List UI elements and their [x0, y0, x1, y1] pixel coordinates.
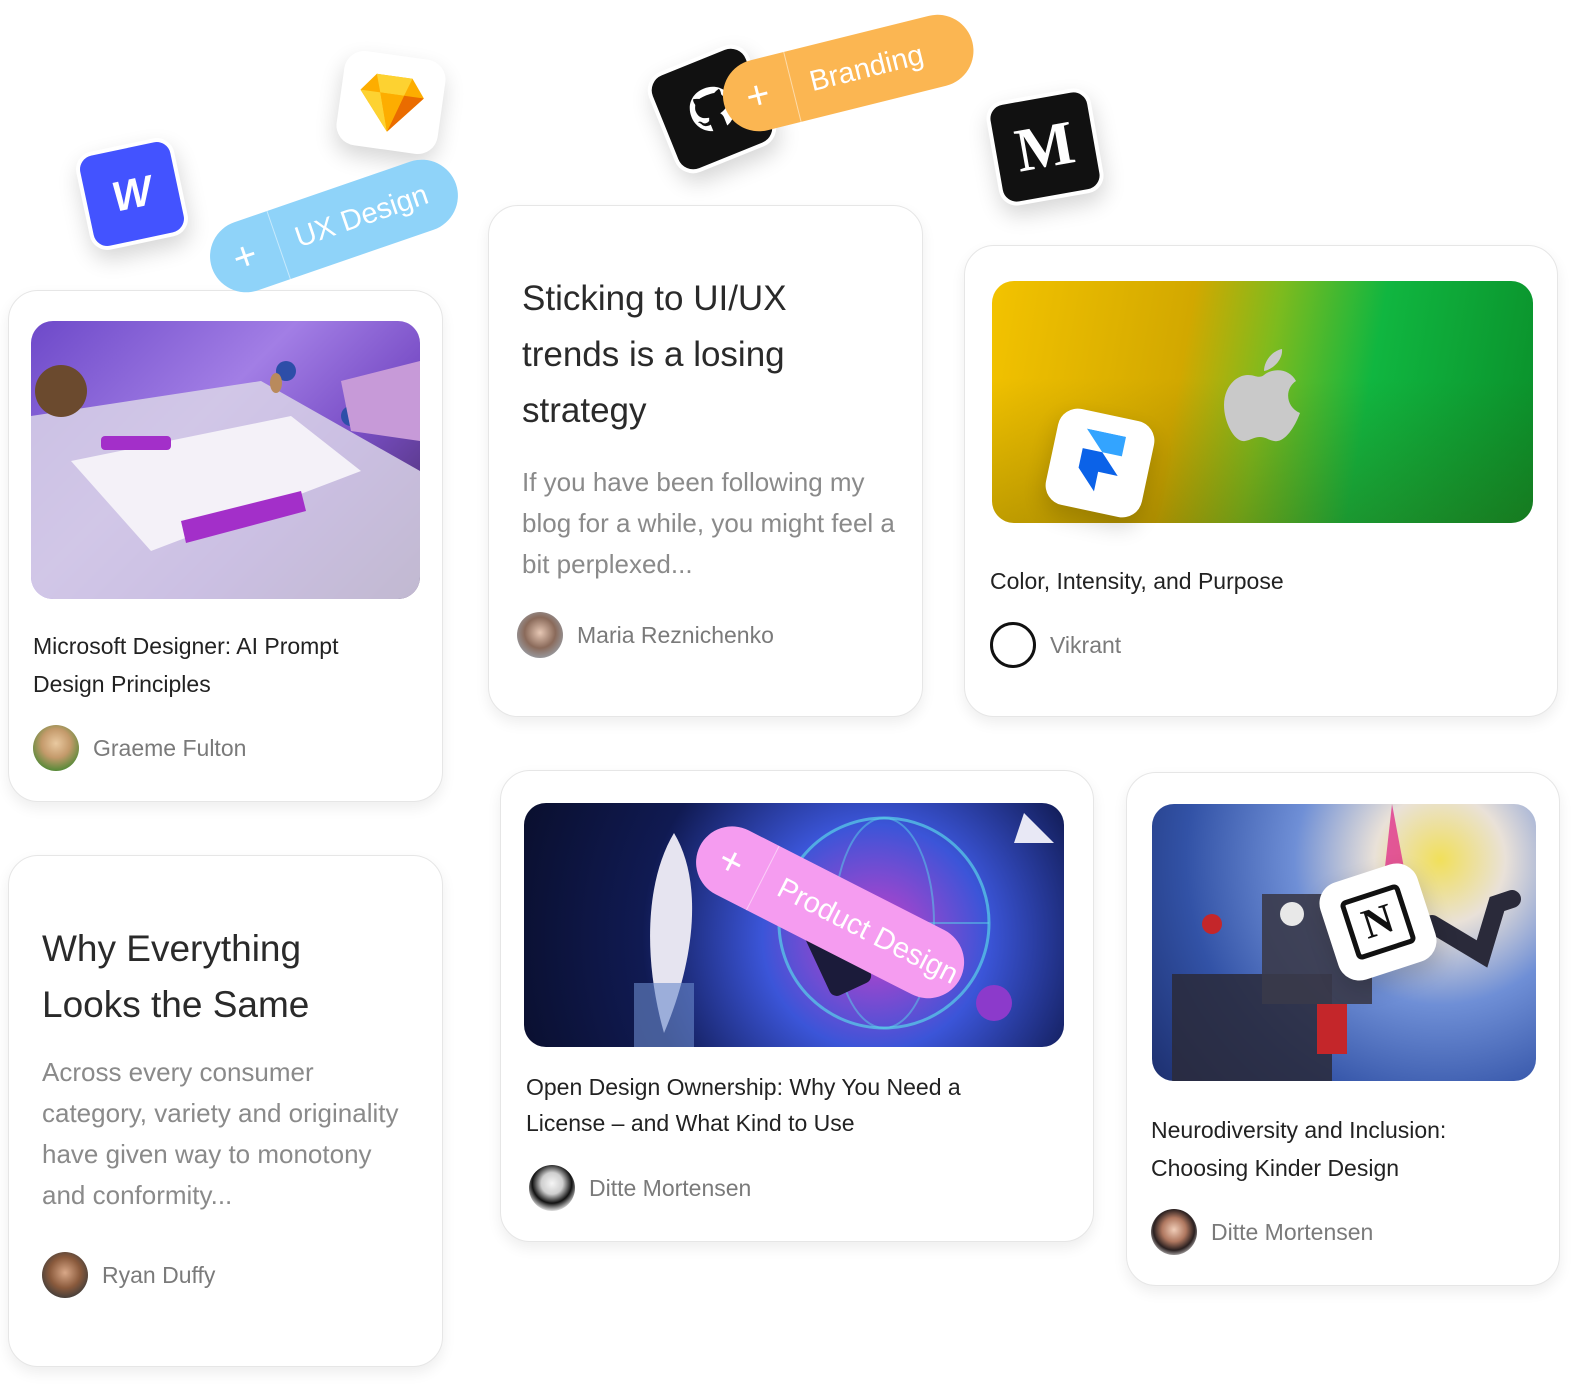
article-card-microsoft-designer[interactable]: Microsoft Designer: AI Prompt Design Pri… [8, 290, 443, 802]
article-card-uiux-trends[interactable]: Sticking to UI/UX trends is a losing str… [488, 205, 923, 717]
article-card-neurodiversity[interactable]: N Neurodiversity and Inclusion: Choosing… [1126, 772, 1560, 1286]
article-title[interactable]: Open Design Ownership: Why You Need a Li… [526, 1069, 1046, 1141]
article-title[interactable]: Sticking to UI/UX trends is a losing str… [522, 271, 882, 439]
webflow-icon: W [72, 134, 192, 254]
author-name: Maria Reznichenko [577, 621, 774, 648]
author-avatar [1151, 1209, 1197, 1255]
author-name: Vikrant [1050, 631, 1122, 658]
apple-logo-icon [1224, 349, 1300, 442]
tag-label: UX Design [290, 178, 433, 254]
author[interactable]: Ditte Mortensen [1151, 1209, 1373, 1255]
framer-icon [1041, 404, 1159, 522]
author[interactable]: Ditte Mortensen [529, 1165, 751, 1211]
article-title[interactable]: Color, Intensity, and Purpose [990, 562, 1530, 600]
tag-branding[interactable]: + Branding [715, 7, 982, 139]
article-card-why-everything[interactable]: Why Everything Looks the Same Across eve… [8, 855, 443, 1367]
author-avatar [33, 725, 79, 771]
article-card-color-intensity[interactable]: Color, Intensity, and Purpose Vikrant [964, 245, 1558, 717]
author-name: Ryan Duffy [102, 1261, 216, 1288]
article-title[interactable]: Microsoft Designer: AI Prompt Design Pri… [33, 627, 413, 703]
author[interactable]: Maria Reznichenko [517, 612, 774, 658]
author-name: Ditte Mortensen [589, 1174, 752, 1201]
sketch-icon [333, 48, 449, 157]
author-avatar [517, 612, 563, 658]
author-avatar [42, 1252, 88, 1298]
tag-ux-design[interactable]: + UX Design [200, 149, 468, 303]
medium-icon: M [983, 85, 1107, 209]
author-avatar [529, 1165, 575, 1211]
article-card-open-design[interactable]: Open Design Ownership: Why You Need a Li… [500, 770, 1094, 1242]
article-excerpt: Across every consumer category, variety … [42, 1057, 399, 1210]
article-title[interactable]: Neurodiversity and Inclusion: Choosing K… [1151, 1111, 1531, 1187]
author-avatar [990, 622, 1036, 668]
author[interactable]: Ryan Duffy [42, 1252, 215, 1298]
author[interactable]: Graeme Fulton [33, 725, 246, 771]
article-thumbnail [31, 321, 420, 599]
article-title[interactable]: Why Everything Looks the Same [42, 921, 372, 1033]
tag-label: Branding [806, 38, 927, 98]
author-name: Graeme Fulton [93, 734, 247, 761]
author-name: Ditte Mortensen [1211, 1218, 1374, 1245]
plus-icon: + [226, 232, 264, 282]
article-excerpt: If you have been following my blog for a… [522, 467, 895, 579]
author[interactable]: Vikrant [990, 622, 1121, 668]
